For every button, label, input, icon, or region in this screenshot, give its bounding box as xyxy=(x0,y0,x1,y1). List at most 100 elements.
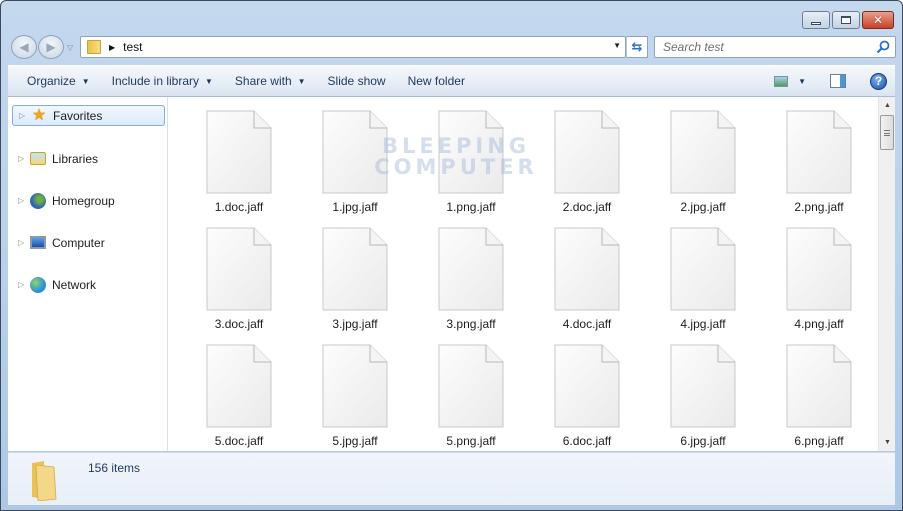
share-with-menu[interactable]: Share with ▼ xyxy=(224,66,317,96)
back-button[interactable]: ◀ xyxy=(11,35,37,59)
refresh-button[interactable]: ⇆ xyxy=(626,36,648,58)
file-item[interactable]: 3.doc.jaff xyxy=(189,214,289,331)
network-icon xyxy=(30,276,46,293)
minimize-button[interactable] xyxy=(802,11,830,29)
file-name: 4.png.jaff xyxy=(794,317,844,331)
file-item[interactable]: 3.jpg.jaff xyxy=(305,214,405,331)
expand-icon[interactable]: ▷ xyxy=(18,196,28,205)
share-with-label: Share with xyxy=(234,74,292,88)
new-folder-label: New folder xyxy=(407,74,465,88)
sidebar-item-favorites[interactable]: ▷ ★ Favorites xyxy=(12,105,165,126)
slide-show-button[interactable]: Slide show xyxy=(317,66,397,96)
organize-menu[interactable]: Organize ▼ xyxy=(8,66,101,96)
folder-icon xyxy=(87,40,101,54)
breadcrumb-separator-icon[interactable]: ▶ xyxy=(109,43,115,52)
scroll-up-button[interactable]: ▲ xyxy=(879,97,896,114)
file-item[interactable]: 1.png.jaff xyxy=(421,97,521,214)
file-item[interactable]: 6.doc.jaff xyxy=(537,331,637,448)
include-in-library-menu[interactable]: Include in library ▼ xyxy=(101,66,224,96)
homegroup-icon xyxy=(30,192,46,209)
blank-file-icon xyxy=(438,227,504,311)
file-item[interactable]: 6.jpg.jaff xyxy=(653,331,753,448)
explorer-window: ✕ ◀ ▶ ▽ ▶ test ▼ ⇆ Organize ▼ Include in … xyxy=(0,0,903,511)
file-item[interactable]: 4.png.jaff xyxy=(769,214,869,331)
libraries-icon xyxy=(30,152,46,165)
address-dropdown-button[interactable]: ▼ xyxy=(613,41,621,50)
search-icon[interactable] xyxy=(876,40,890,54)
file-item[interactable]: 5.png.jaff xyxy=(421,331,521,448)
expand-icon[interactable]: ▷ xyxy=(18,238,28,247)
navigation-pane: ▷ ★ Favorites ▷ Libraries ▷ Homegroup ▷ … xyxy=(8,97,168,451)
view-options-dropdown[interactable]: ▼ xyxy=(798,77,806,86)
blank-file-icon xyxy=(670,110,736,194)
file-item[interactable]: 1.doc.jaff xyxy=(189,97,289,214)
file-name: 1.doc.jaff xyxy=(214,200,264,214)
file-item[interactable]: 6.png.jaff xyxy=(769,331,869,448)
blank-file-icon xyxy=(554,110,620,194)
file-name: 6.doc.jaff xyxy=(562,434,612,448)
file-item[interactable]: 1.jpg.jaff xyxy=(305,97,405,214)
sidebar-item-libraries[interactable]: ▷ Libraries xyxy=(12,148,165,169)
expand-icon[interactable]: ▷ xyxy=(18,154,28,163)
sidebar-item-network[interactable]: ▷ Network xyxy=(12,274,165,295)
change-view-icon[interactable] xyxy=(774,75,789,87)
recent-pages-button[interactable]: ▽ xyxy=(67,43,73,52)
caption-buttons: ✕ xyxy=(802,11,894,29)
file-name: 4.doc.jaff xyxy=(562,317,612,331)
file-item[interactable]: 2.png.jaff xyxy=(769,97,869,214)
file-name: 5.jpg.jaff xyxy=(332,434,378,448)
breadcrumb-item-test[interactable]: test xyxy=(123,40,142,54)
file-item[interactable]: 2.doc.jaff xyxy=(537,97,637,214)
file-name: 3.jpg.jaff xyxy=(332,317,378,331)
blank-file-icon xyxy=(786,344,852,428)
sidebar-item-computer[interactable]: ▷ Computer xyxy=(12,232,165,253)
blank-file-icon xyxy=(206,344,272,428)
slide-show-label: Slide show xyxy=(327,74,386,88)
expand-icon[interactable]: ▷ xyxy=(18,280,28,289)
expand-icon[interactable]: ▷ xyxy=(19,111,29,120)
blank-file-icon xyxy=(786,110,852,194)
file-name: 6.png.jaff xyxy=(794,434,844,448)
navigation-bar: ◀ ▶ ▽ ▶ test ▼ ⇆ xyxy=(9,35,896,59)
file-item[interactable]: 3.png.jaff xyxy=(421,214,521,331)
preview-pane-icon[interactable] xyxy=(830,74,846,88)
details-pane: 156 items xyxy=(8,452,895,505)
blank-file-icon xyxy=(554,344,620,428)
search-input[interactable] xyxy=(663,40,873,54)
blank-file-icon xyxy=(322,344,388,428)
close-button[interactable]: ✕ xyxy=(862,11,894,29)
new-folder-button[interactable]: New folder xyxy=(397,66,476,96)
blank-file-icon xyxy=(322,110,388,194)
file-name: 2.jpg.jaff xyxy=(680,200,726,214)
file-name: 2.png.jaff xyxy=(794,200,844,214)
star-icon: ★ xyxy=(31,106,47,124)
maximize-button[interactable] xyxy=(832,11,860,29)
file-item[interactable]: 4.doc.jaff xyxy=(537,214,637,331)
scroll-down-button[interactable]: ▼ xyxy=(879,434,896,451)
blank-file-icon xyxy=(670,344,736,428)
address-bar[interactable]: ▶ test ▼ xyxy=(80,36,626,58)
file-item[interactable]: 2.jpg.jaff xyxy=(653,97,753,214)
maximize-icon xyxy=(841,16,851,24)
vertical-scrollbar[interactable]: ▲ ▼ xyxy=(878,97,895,451)
file-list: 1.doc.jaff 1.jpg.jaff 1.png.jaff 2.doc.jaff… xyxy=(169,97,878,451)
search-box[interactable] xyxy=(654,36,896,58)
computer-icon xyxy=(30,236,46,249)
minimize-icon xyxy=(811,21,821,25)
help-icon[interactable]: ? xyxy=(870,72,887,90)
forward-button[interactable]: ▶ xyxy=(38,35,64,59)
file-name: 3.doc.jaff xyxy=(214,317,264,331)
folder-icon xyxy=(32,461,57,501)
file-item[interactable]: 4.jpg.jaff xyxy=(653,214,753,331)
chevron-down-icon: ▼ xyxy=(205,76,213,86)
blank-file-icon xyxy=(670,227,736,311)
file-name: 5.png.jaff xyxy=(446,434,496,448)
sidebar-item-label: Computer xyxy=(52,235,105,250)
file-item[interactable]: 5.jpg.jaff xyxy=(305,331,405,448)
chevron-down-icon: ▼ xyxy=(81,76,90,86)
grip-icon xyxy=(884,129,890,136)
file-item[interactable]: 5.doc.jaff xyxy=(189,331,289,448)
sidebar-item-homegroup[interactable]: ▷ Homegroup xyxy=(12,190,165,211)
scroll-thumb[interactable] xyxy=(880,115,894,150)
chevron-down-icon: ▼ xyxy=(297,76,306,86)
